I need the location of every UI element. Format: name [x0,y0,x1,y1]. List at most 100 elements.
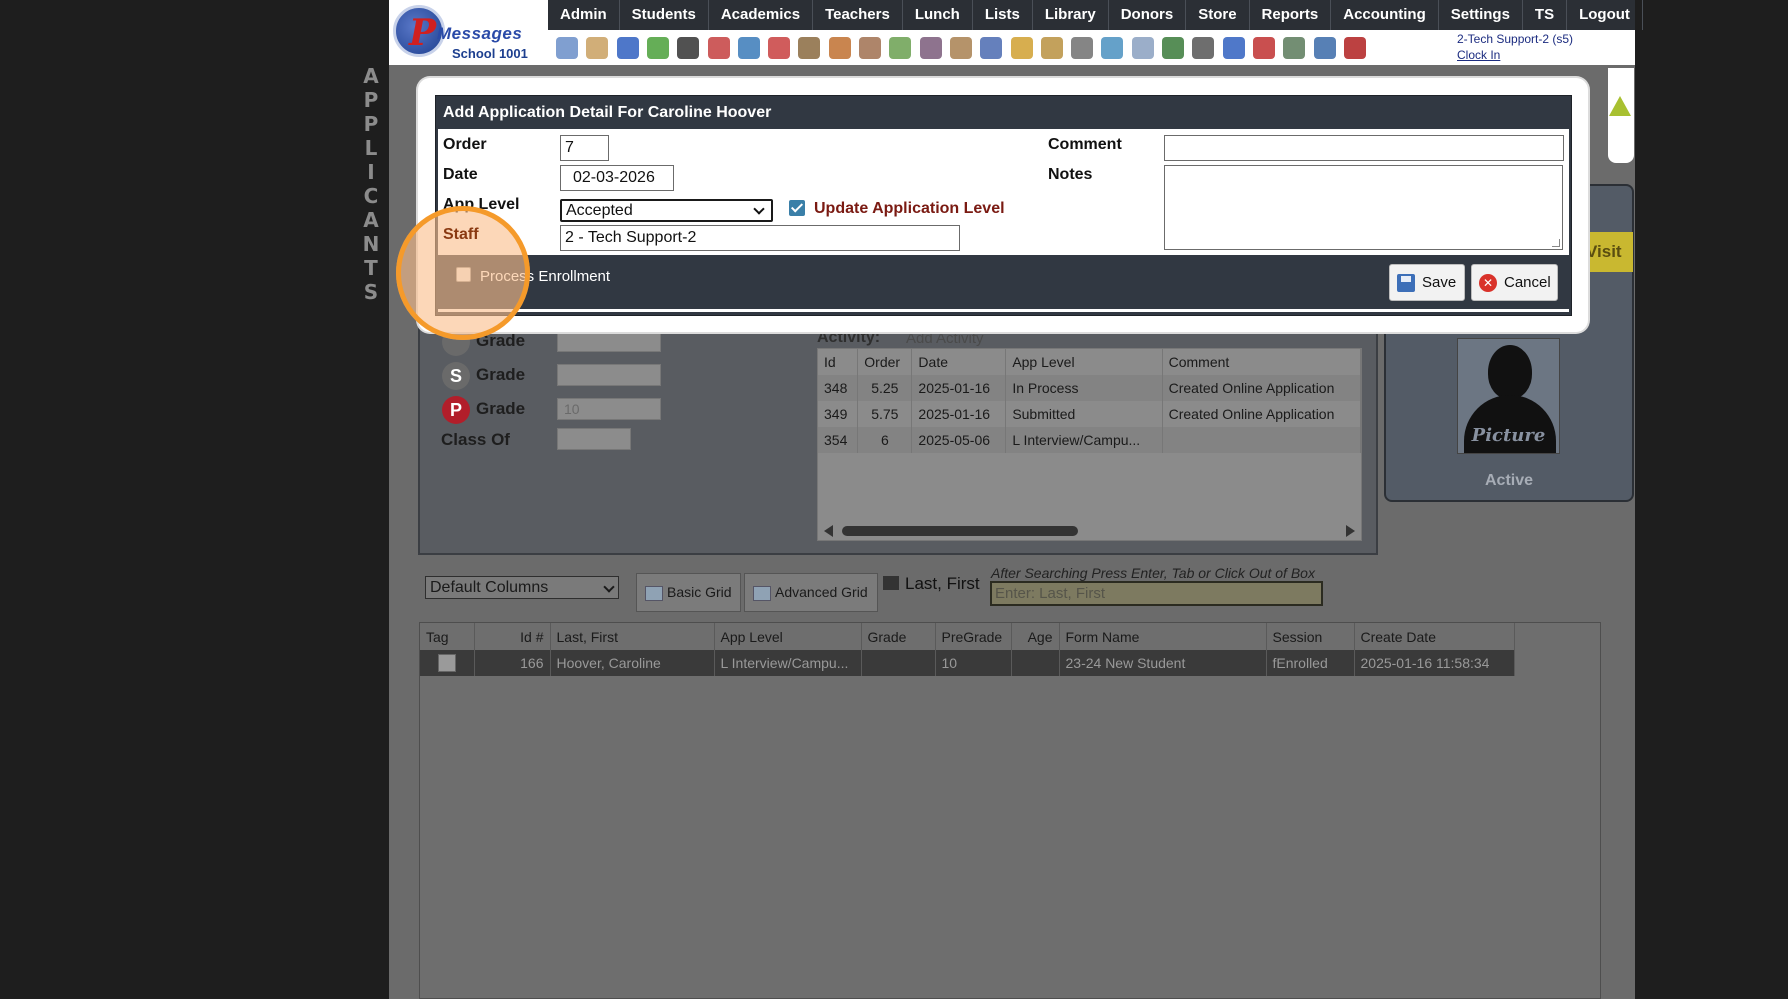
search-icon[interactable] [556,37,578,59]
grade-select[interactable] [557,364,661,386]
speaker-icon[interactable] [707,37,730,59]
scroll-left-icon[interactable] [824,525,833,537]
table-row[interactable]: 166 Hoover, Caroline L Interview/Campu... 1… [420,650,1515,677]
save-button[interactable]: Save [1389,264,1465,301]
phone-icon[interactable] [677,37,700,59]
grid-small-icon [883,576,899,590]
cancel-icon [1479,274,1497,292]
menu-academics[interactable]: Academics [709,0,814,30]
grid-column-header[interactable]: Create Date [1354,623,1515,650]
help-icon[interactable] [1313,37,1336,59]
cancel-button[interactable]: Cancel [1471,264,1558,301]
folder-arrow-icon[interactable] [1040,37,1063,59]
activity-column-header: App Level [1005,349,1163,375]
advanced-grid-button[interactable]: Advanced Grid [744,573,878,612]
order-input[interactable]: 7 [560,135,609,161]
calculator-icon[interactable] [737,37,760,59]
notes-textarea[interactable] [1164,165,1563,250]
menu-lists[interactable]: Lists [973,0,1033,30]
grid-cell[interactable] [420,650,475,677]
grid-icon [753,586,771,601]
activity-column-header: Order [857,349,913,375]
list-icon[interactable] [1131,37,1154,59]
scroll-thumb[interactable] [842,526,1078,536]
resize-grip-icon[interactable] [1552,239,1560,247]
grid-icon[interactable] [586,37,609,59]
lunch-icon[interactable] [949,37,972,59]
eraser-icon[interactable] [889,37,912,59]
app-level-select[interactable]: Accepted [560,199,773,222]
comment-input[interactable] [1164,135,1564,161]
printer-icon[interactable] [1192,37,1215,59]
grid-column-header[interactable]: Form Name [1059,623,1267,650]
chat-icon[interactable] [646,37,669,59]
calendar-icon[interactable] [768,37,791,59]
bell-icon[interactable] [1010,37,1033,59]
activity-row[interactable]: 349 5.75 2025-01-16 Submitted Created Online… [818,401,1362,427]
activity-scrollbar[interactable] [822,523,1357,537]
clock-in-link[interactable]: Clock In [1457,48,1573,62]
activity-cell [1162,427,1362,453]
activity-row[interactable]: 348 5.25 2025-01-16 In Process Created Onlin… [818,375,1362,401]
grid-column-header[interactable]: Tag [420,623,475,650]
grid-cell: fEnrolled [1266,650,1355,677]
applicants-grid: Tag Id # Last, First App Level Grade PreGrade… [419,622,1601,999]
grade-label: Grade [476,365,526,384]
menu-accounting[interactable]: Accounting [1331,0,1439,30]
grid-column-header[interactable]: Id # [474,623,551,650]
users-icon[interactable] [919,37,942,59]
grid-column-header[interactable]: Last, First [550,623,715,650]
at-icon[interactable] [616,37,639,59]
menu-store[interactable]: Store [1186,0,1250,30]
staff-input[interactable]: 2 - Tech Support-2 [560,225,960,251]
power-icon[interactable] [1343,37,1366,59]
ap-icon[interactable] [1222,37,1245,59]
columns-select[interactable]: Default Columns [425,576,619,599]
ticket-icon[interactable] [1162,37,1184,59]
activity-cell: 348 [818,375,859,401]
tag-checkbox[interactable] [437,654,456,673]
activity-column-header: Id [818,349,859,375]
menu-donors[interactable]: Donors [1109,0,1187,30]
menu-students[interactable]: Students [620,0,709,30]
clock-icon[interactable] [1101,37,1124,59]
megaphone-icon[interactable] [798,37,821,59]
logo[interactable]: P Messages School 1001 [389,0,548,65]
menu-logout[interactable]: Logout [1567,0,1643,30]
date-input[interactable]: 02-03-2026 [560,165,674,191]
class-of-input[interactable] [557,428,631,450]
menu-admin[interactable]: Admin [548,0,620,30]
grid-column-header[interactable]: PreGrade [935,623,1012,650]
menu-lunch[interactable]: Lunch [903,0,973,30]
search-input[interactable]: Enter: Last, First [990,581,1323,606]
modal-title: Add Application Detail For Caroline Hoov… [443,104,772,121]
scroll-right-icon[interactable] [1346,525,1355,537]
grid-column-header[interactable]: App Level [714,623,862,650]
menu-settings[interactable]: Settings [1439,0,1523,30]
basic-grid-button[interactable]: Basic Grid [636,573,741,612]
menu-reports[interactable]: Reports [1250,0,1332,30]
grid-cell [861,650,936,677]
book-icon[interactable] [980,37,1003,59]
status-label: Active [1484,472,1534,489]
grid-column-header[interactable]: Grade [861,623,936,650]
teacher-icon[interactable] [859,37,881,59]
grade-badge-icon: P [442,396,470,424]
activity-row[interactable]: 354 6 2025-05-06 L Interview/Campu... [818,427,1362,453]
menu-teachers[interactable]: Teachers [813,0,903,30]
staff-icon[interactable] [1071,37,1094,59]
add-activity-link[interactable]: Add Activity [906,330,984,347]
update-app-level-checkbox[interactable] [789,200,805,216]
highlight-ring [396,206,530,340]
side-panel-toggle[interactable] [1608,68,1634,163]
grid-column-header[interactable]: Session [1266,623,1355,650]
person-icon[interactable] [828,37,851,59]
money-icon[interactable] [1283,37,1306,59]
grid-cell: 2025-01-16 11:58:34 [1354,650,1515,677]
grade-select[interactable]: 10 [557,398,661,420]
menu-ts[interactable]: TS [1523,0,1568,30]
pdf-icon[interactable] [1252,37,1275,59]
menu-library[interactable]: Library [1033,0,1109,30]
grid-column-header[interactable]: Age [1011,623,1060,650]
grade-select[interactable] [557,330,661,352]
